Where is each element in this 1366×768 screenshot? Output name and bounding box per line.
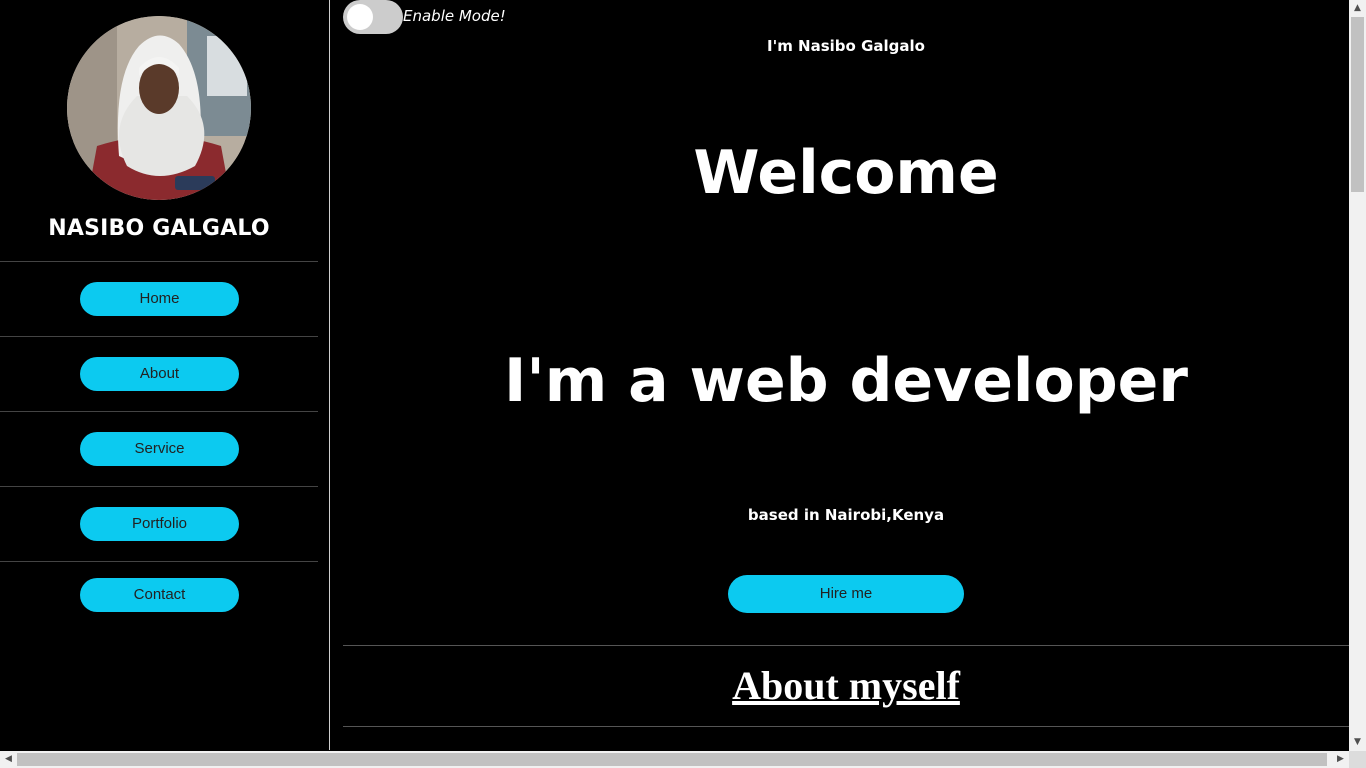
scroll-left-arrow-icon[interactable]: ◀ (0, 751, 17, 768)
nav-about-button[interactable]: About (80, 357, 239, 391)
horizontal-scrollbar[interactable]: ◀ ▶ (0, 751, 1349, 768)
vertical-scroll-thumb[interactable] (1351, 17, 1364, 192)
vertical-scrollbar[interactable]: ▲ ▼ (1349, 0, 1366, 751)
profile-photo (67, 16, 251, 200)
sidebar: NASIBO GALGALO Home About Service Portfo… (0, 0, 330, 750)
hire-me-button[interactable]: Hire me (728, 575, 964, 613)
mode-toggle[interactable] (343, 0, 403, 34)
nav-home-button[interactable]: Home (80, 282, 239, 316)
welcome-heading: Welcome (693, 138, 999, 208)
nav-contact-button[interactable]: Contact (80, 578, 239, 612)
nav-portfolio-button[interactable]: Portfolio (80, 507, 239, 541)
horizontal-scroll-thumb[interactable] (17, 753, 1327, 766)
toggle-knob (347, 4, 373, 30)
scrollbar-corner (1349, 751, 1366, 768)
role-heading: I'm a web developer (504, 346, 1188, 416)
about-heading: About myself (732, 663, 960, 708)
sidebar-name: NASIBO GALGALO (48, 216, 270, 241)
nav-divider (0, 561, 318, 562)
avatar (67, 16, 251, 200)
section-divider (343, 645, 1349, 646)
location-text: based in Nairobi,Kenya (747, 506, 945, 524)
main-content: Enable Mode! I'm Nasibo Galgalo Welcome … (331, 0, 1349, 750)
nav-divider (0, 411, 318, 412)
scroll-up-arrow-icon[interactable]: ▲ (1349, 0, 1366, 17)
nav-divider (0, 261, 318, 262)
nav-divider (0, 336, 318, 337)
nav-service-button[interactable]: Service (80, 432, 239, 466)
nav-divider (0, 486, 318, 487)
scroll-down-arrow-icon[interactable]: ▼ (1349, 734, 1366, 751)
scroll-right-arrow-icon[interactable]: ▶ (1332, 751, 1349, 768)
intro-text: I'm Nasibo Galgalo (767, 37, 925, 55)
section-divider (343, 726, 1349, 727)
toggle-label: Enable Mode! (403, 7, 506, 25)
